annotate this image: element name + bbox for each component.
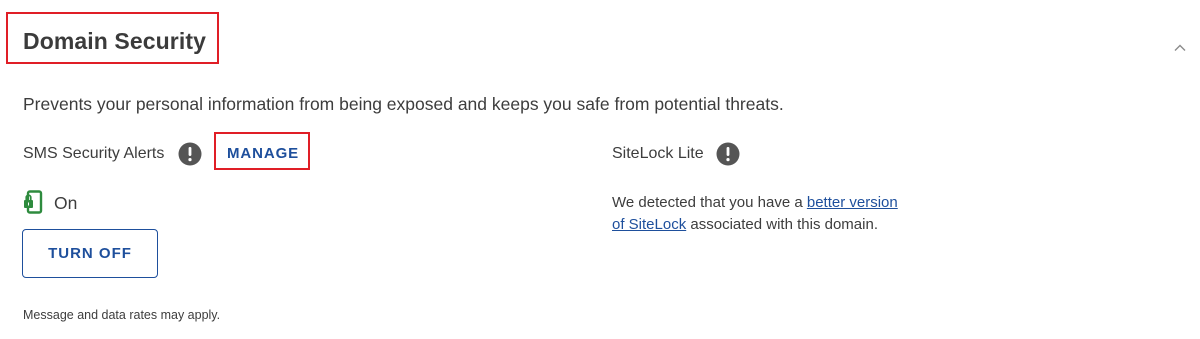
domain-security-panel: Domain Security Prevents your personal i… bbox=[0, 0, 1200, 339]
sitelock-message-prefix: We detected that you have a bbox=[612, 194, 807, 211]
sitelock-label: SiteLock Lite bbox=[612, 145, 704, 162]
section-title: Domain Security bbox=[23, 28, 206, 54]
section-description: Prevents your personal information from … bbox=[23, 94, 784, 114]
sitelock-message: We detected that you have a better versi… bbox=[612, 192, 902, 235]
sms-alerts-label: SMS Security Alerts bbox=[23, 145, 165, 162]
manage-link[interactable]: MANAGE bbox=[227, 144, 299, 164]
sms-status-text: On bbox=[54, 193, 78, 213]
phone-lock-icon bbox=[24, 190, 43, 214]
exclamation-circle-icon[interactable] bbox=[178, 142, 202, 166]
turn-off-button[interactable]: TURN OFF bbox=[22, 229, 158, 278]
exclamation-circle-icon[interactable] bbox=[716, 142, 740, 166]
chevron-up-icon[interactable] bbox=[1172, 40, 1188, 56]
sitelock-message-suffix: associated with this domain. bbox=[686, 215, 878, 233]
rates-disclaimer: Message and data rates may apply. bbox=[23, 308, 221, 322]
